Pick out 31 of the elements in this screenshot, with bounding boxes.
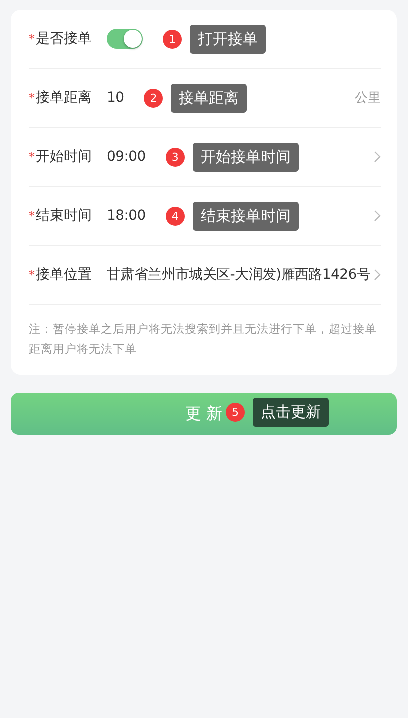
picker-value[interactable]: 甘肃省兰州市城关区-大润发)雁西路1426号 (107, 266, 371, 284)
update-button[interactable]: 更 新 5 点击更新 (11, 393, 397, 435)
chevron-icon (374, 151, 381, 163)
callout-label: 开始接单时间 (192, 142, 299, 172)
required-asterisk: * (29, 91, 35, 105)
field-label: 是否接单 (36, 30, 92, 48)
distance-input[interactable]: 10 (107, 90, 124, 106)
field-label: 接单距离 (36, 89, 92, 107)
toggle-switch[interactable] (107, 29, 143, 49)
number-badge: 2 (144, 88, 164, 108)
picker-value[interactable]: 09:00 (107, 149, 146, 165)
unit-label: 公里 (355, 90, 381, 107)
picker-value[interactable]: 18:00 (107, 208, 146, 224)
number-badge: 4 (166, 206, 185, 226)
field-label: 结束时间 (36, 207, 92, 225)
required-asterisk: * (29, 32, 35, 46)
callout-label: 结束接单时间 (192, 202, 299, 230)
callout-label: 接单距离 (171, 84, 248, 112)
required-asterisk: * (29, 268, 35, 282)
chevron-icon (374, 269, 381, 281)
callout-label: 点击更新 (253, 398, 329, 427)
field-label: 开始时间 (36, 148, 92, 166)
required-asterisk: * (29, 209, 35, 223)
number-badge: 5 (226, 403, 245, 422)
number-badge: 1 (163, 30, 182, 48)
number-badge: 3 (166, 148, 185, 166)
callout-label: 打开接单 (190, 24, 266, 54)
note-text: 注：暂停接单之后用户将无法搜索到并且无法进行下单，超过接单距离用户将无法下单 (29, 321, 378, 358)
chevron-icon (374, 210, 381, 222)
required-asterisk: * (29, 150, 35, 164)
field-label: 接单位置 (36, 266, 92, 284)
